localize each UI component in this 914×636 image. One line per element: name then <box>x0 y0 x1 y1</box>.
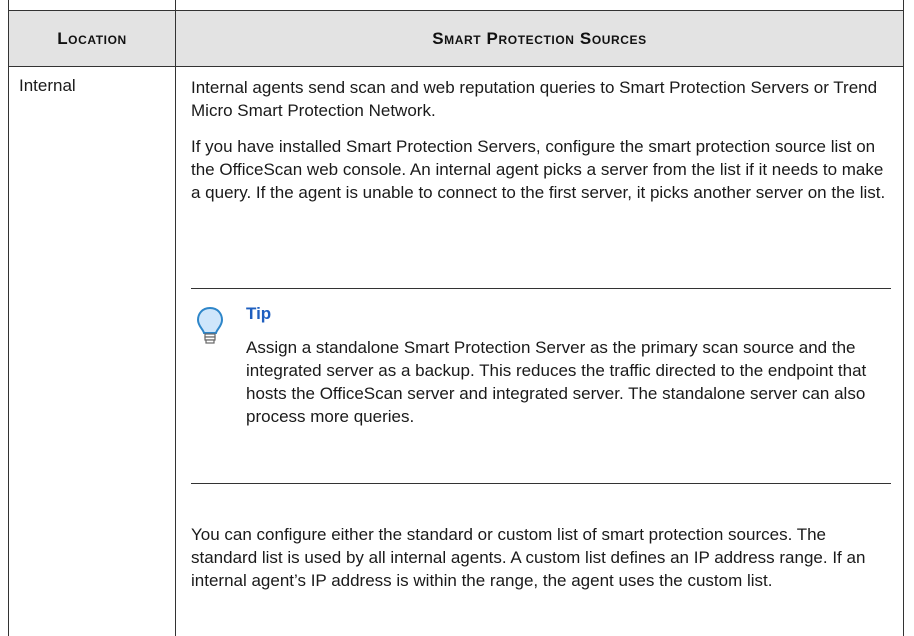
header-location: Location <box>57 28 127 48</box>
sources-cell: Internal agents send scan and web reputa… <box>191 76 891 217</box>
tip-body: Assign a standalone Smart Protection Ser… <box>246 338 867 426</box>
tip-callout: Tip Assign a standalone Smart Protection… <box>191 288 891 484</box>
table-border-right <box>903 0 904 636</box>
table-header-row: Location Smart Protection Sources <box>9 11 903 66</box>
tip-title: Tip <box>246 304 272 323</box>
smart-protection-sources-table: Location Smart Protection Sources Intern… <box>0 0 914 636</box>
header-divider <box>8 66 904 67</box>
header-smart-protection-sources: Smart Protection Sources <box>432 28 647 48</box>
table-column-divider <box>175 0 176 636</box>
paragraph: If you have installed Smart Protection S… <box>191 137 886 202</box>
table-border-top <box>8 10 904 11</box>
lightbulb-icon <box>196 306 224 344</box>
tip-top-rule <box>191 288 891 289</box>
paragraph-custom-list: You can configure either the standard or… <box>191 525 866 590</box>
location-cell: Internal <box>19 76 76 95</box>
table-border-left <box>8 0 9 636</box>
paragraph: Internal agents send scan and web reputa… <box>191 78 878 120</box>
tip-bottom-rule <box>191 483 891 484</box>
